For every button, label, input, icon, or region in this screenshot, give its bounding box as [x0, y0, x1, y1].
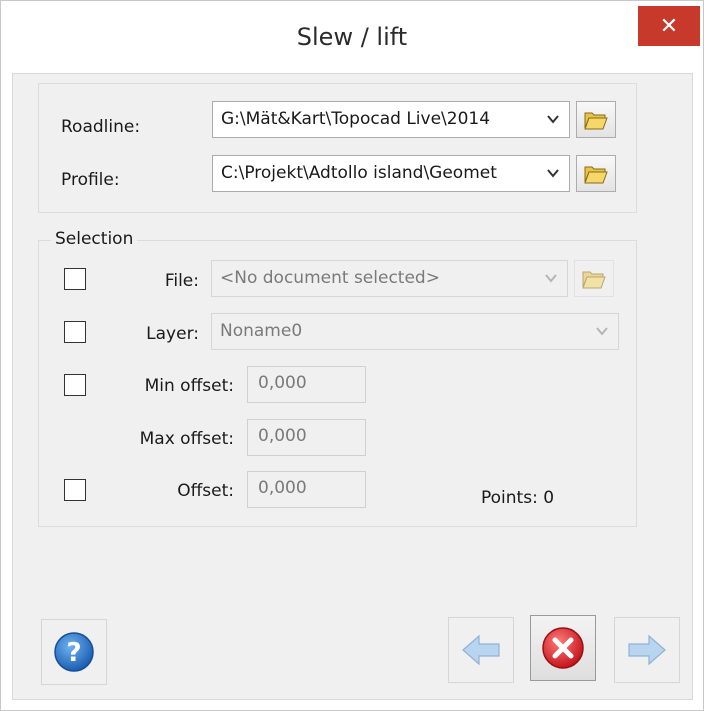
- max-offset-input[interactable]: 0,000: [247, 419, 366, 456]
- offset-input[interactable]: 0,000: [247, 471, 366, 508]
- max-offset-label: Max offset:: [139, 429, 234, 449]
- profile-select[interactable]: C:\Projekt\Adtollo island\Geomet: [212, 155, 570, 192]
- cancel-icon: [542, 627, 584, 669]
- file-label: File:: [164, 271, 199, 291]
- points-count: Points: 0: [481, 488, 555, 508]
- roadline-select-value: G:\Mät&Kart\Topocad Live\2014: [221, 109, 491, 129]
- svg-text:?: ?: [66, 638, 81, 668]
- close-icon: ✕: [659, 13, 679, 39]
- chevron-down-icon: [545, 274, 557, 283]
- previous-button[interactable]: [448, 617, 514, 683]
- roadline-select[interactable]: G:\Mät&Kart\Topocad Live\2014: [212, 101, 570, 138]
- title-bar[interactable]: Slew / lift ✕: [1, 1, 703, 73]
- offset-checkbox[interactable]: [64, 479, 86, 501]
- chevron-down-icon: [547, 169, 559, 178]
- profile-browse-button[interactable]: [576, 155, 616, 192]
- file-select[interactable]: <No document selected>: [211, 260, 568, 297]
- dialog-window: Slew / lift ✕ Roadline: G:\Mät&Kart\Topo…: [0, 0, 704, 711]
- folder-icon: [584, 166, 608, 183]
- source-panel: Roadline: G:\Mät&Kart\Topocad Live\2014 …: [38, 83, 637, 213]
- dialog-body: Roadline: G:\Mät&Kart\Topocad Live\2014 …: [12, 73, 693, 700]
- layer-checkbox[interactable]: [64, 321, 86, 343]
- cancel-button[interactable]: [530, 615, 596, 681]
- file-browse-button[interactable]: [574, 260, 614, 297]
- next-button[interactable]: [614, 617, 680, 683]
- layer-select[interactable]: Noname0: [211, 313, 619, 350]
- min-offset-input[interactable]: 0,000: [247, 366, 366, 403]
- chevron-down-icon: [547, 115, 559, 124]
- close-button[interactable]: ✕: [638, 6, 700, 46]
- folder-icon: [584, 112, 608, 129]
- arrow-left-icon: [462, 634, 500, 666]
- layer-select-value: Noname0: [220, 321, 303, 341]
- arrow-right-icon: [628, 634, 666, 666]
- roadline-label: Roadline:: [61, 117, 141, 137]
- layer-label: Layer:: [146, 324, 199, 344]
- file-checkbox[interactable]: [64, 268, 86, 290]
- help-icon: ?: [54, 632, 94, 672]
- file-select-value: <No document selected>: [220, 268, 440, 288]
- roadline-browse-button[interactable]: [576, 101, 616, 138]
- dialog-title: Slew / lift: [296, 23, 408, 51]
- chevron-down-icon: [596, 327, 608, 336]
- selection-group-title: Selection: [51, 229, 138, 249]
- profile-select-value: C:\Projekt\Adtollo island\Geomet: [221, 163, 497, 183]
- min-offset-label: Min offset:: [144, 376, 234, 396]
- min-offset-checkbox[interactable]: [64, 374, 86, 396]
- offset-label: Offset:: [177, 481, 234, 501]
- folder-icon: [582, 271, 606, 288]
- selection-group: Selection File: <No document selected> L…: [38, 229, 637, 527]
- profile-label: Profile:: [61, 170, 120, 190]
- help-button[interactable]: ?: [41, 619, 107, 685]
